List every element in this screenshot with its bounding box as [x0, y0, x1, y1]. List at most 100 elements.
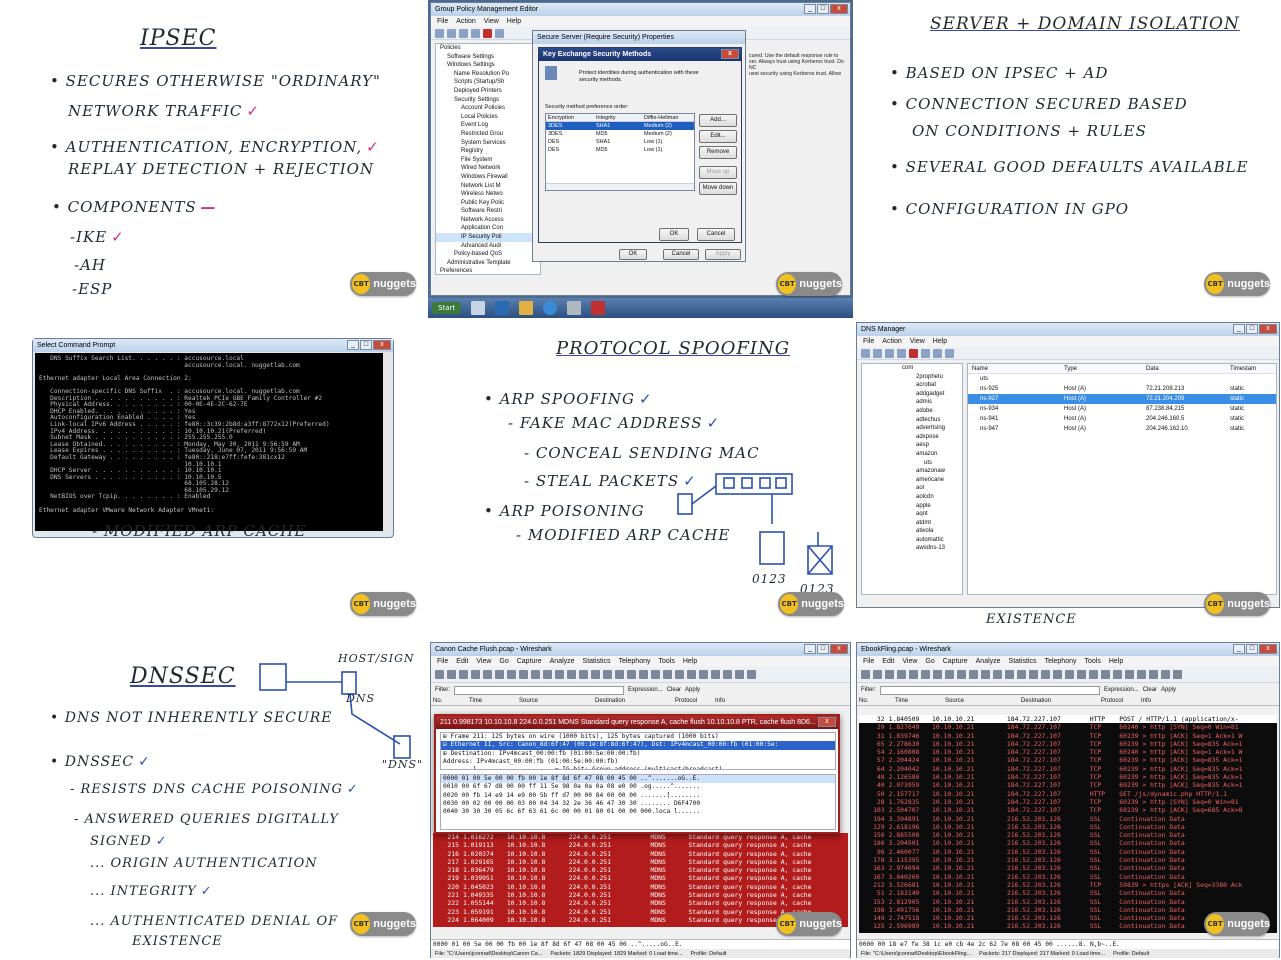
menu-item[interactable]: Telephony [619, 658, 651, 665]
stop-capture-icon[interactable] [897, 670, 906, 679]
menu-action[interactable]: Action [456, 18, 475, 25]
coloring-rules-icon[interactable] [1149, 670, 1158, 679]
minimize-button[interactable]: _ [347, 340, 359, 350]
packet-row[interactable]: 103 2.504707 10.10.10.21 184.72.227.107 TCP 6… [859, 806, 1277, 814]
packet-row[interactable]: 29 1.827649 10.10.10.21 184.72.227.107 TCP 60… [859, 723, 1277, 731]
menu-item[interactable]: Help [683, 658, 697, 665]
zoom-out-icon[interactable] [663, 670, 672, 679]
tree-item[interactable]: amazonaw [862, 467, 962, 476]
tree-item[interactable]: acrobat [862, 381, 962, 390]
packet-details-tree[interactable]: ⊞ Frame 211: 125 bytes on wire (1000 bit… [440, 732, 836, 770]
tree-item[interactable]: Administrative Template [436, 259, 540, 268]
dns-record-row[interactable]: ns-925 Host (A) 72.21.208.213 static [968, 384, 1276, 394]
tree-item[interactable]: Name Resolution Po [436, 70, 540, 79]
forward-icon[interactable] [579, 670, 588, 679]
server-manager-icon[interactable] [471, 301, 486, 315]
column-header[interactable]: No. [859, 697, 895, 705]
hex-line[interactable]: 0030 00 02 00 00 00 03 00 04 34 32 2e 36… [441, 800, 835, 808]
packet-row[interactable]: 212 3.526681 10.10.10.21 216.52.203.126 TCP 5… [859, 881, 1277, 889]
normal-size-icon[interactable] [1101, 670, 1110, 679]
col-type[interactable]: Type [1064, 364, 1146, 373]
gpmc-icon[interactable] [567, 301, 582, 315]
menu-help[interactable]: Help [933, 338, 947, 345]
col-name[interactable]: Name [968, 364, 1064, 373]
packet-list[interactable]: 32 1.840509 10.10.10.21 184.72.227.107 HTTP P… [859, 715, 1277, 933]
menu-item[interactable]: Tools [658, 658, 674, 665]
menu-view[interactable]: View [484, 18, 499, 25]
tree-item[interactable]: Software Settings [436, 53, 540, 62]
tree-item[interactable]: 2prophetu [862, 373, 962, 382]
menu-item[interactable]: Statistics [1009, 658, 1037, 665]
find-icon[interactable] [555, 670, 564, 679]
detail-line[interactable]: .... ...1 .... .... .... .... = IG bit: … [441, 766, 835, 769]
tree-item[interactable]: Wireless Netwo [436, 190, 540, 199]
back-icon[interactable] [567, 670, 576, 679]
menu-item[interactable]: View [902, 658, 917, 665]
menu-file[interactable]: File [863, 338, 874, 345]
start-capture-icon[interactable] [885, 670, 894, 679]
tree-item[interactable]: Policies [436, 44, 540, 53]
expression-button[interactable]: Expression... [1104, 687, 1139, 693]
restart-icon[interactable] [909, 670, 918, 679]
help-icon[interactable] [945, 348, 954, 358]
packet-row[interactable]: 51 2.183149 10.10.10.21 216.52.203.126 SSL Co… [859, 889, 1277, 897]
tree-item[interactable]: aol [862, 484, 962, 493]
display-filters-icon[interactable] [711, 670, 720, 679]
tree-item[interactable]: Advanced Audi [436, 242, 540, 251]
horizontal-scrollbar[interactable] [546, 183, 694, 190]
tree-item[interactable]: Windows Firewall [436, 173, 540, 182]
packet-row[interactable]: 40 2.073959 10.10.10.21 184.72.227.107 TCP 60… [859, 781, 1277, 789]
menu-item[interactable]: View [476, 658, 491, 665]
capture-filters-icon[interactable] [1125, 670, 1134, 679]
start-button[interactable]: Start [432, 302, 462, 314]
options-icon[interactable] [447, 670, 456, 679]
console-icon[interactable] [897, 348, 906, 358]
remove-button[interactable]: Remove [699, 146, 737, 159]
apply-button[interactable]: Apply [1161, 687, 1176, 693]
goto-icon[interactable] [1017, 670, 1026, 679]
clear-button[interactable]: Clear [1143, 687, 1157, 693]
tree-item[interactable]: atdmt [862, 519, 962, 528]
normal-size-icon[interactable] [675, 670, 684, 679]
tree-item[interactable]: awsdns-13 [862, 544, 962, 553]
refresh-icon[interactable] [933, 348, 942, 358]
packet-row[interactable]: 216 1.020374 10.10.10.8 224.0.0.251 MDNS Stan… [433, 850, 848, 858]
colorize-icon[interactable] [1053, 670, 1062, 679]
maximize-button[interactable]: □ [1246, 324, 1258, 334]
close-button[interactable]: x [830, 644, 848, 654]
tree-item[interactable]: adobe [862, 407, 962, 416]
display-filters-icon[interactable] [1137, 670, 1146, 679]
back-icon[interactable] [435, 28, 444, 38]
explorer-icon[interactable] [519, 301, 534, 315]
tree-item[interactable]: System Services [436, 139, 540, 148]
close-button[interactable]: x [830, 4, 848, 14]
packet-row[interactable]: 194 3.394891 10.10.10.21 216.52.203.126 SSL C… [859, 815, 1277, 823]
tree-item[interactable]: Software Restri [436, 207, 540, 216]
security-method-row[interactable]: 3DES SHA1 Medium (2) [546, 122, 694, 130]
packet-row[interactable]: 28 1.762835 10.10.10.21 184.72.227.107 TCP 60… [859, 798, 1277, 806]
tree-item[interactable]: aolcdn [862, 493, 962, 502]
dns-record-row[interactable]: uts [968, 374, 1276, 384]
browser-icon[interactable] [543, 301, 558, 315]
menu-item[interactable]: Tools [1084, 658, 1100, 665]
coloring-rules-icon[interactable] [723, 670, 732, 679]
save-icon[interactable] [933, 670, 942, 679]
resize-columns-icon[interactable] [1113, 670, 1122, 679]
close-button[interactable]: x [721, 49, 739, 59]
packet-row[interactable]: 215 1.019113 10.10.10.8 224.0.0.251 MDNS Stan… [433, 841, 848, 849]
menu-item[interactable]: Telephony [1045, 658, 1077, 665]
dns-record-row[interactable]: ns-934 Host (A) 87.238.84.215 static [968, 404, 1276, 414]
tree-item[interactable]: Network List M [436, 182, 540, 191]
move-down-button[interactable]: Move down [699, 182, 737, 195]
properties-icon[interactable] [921, 348, 930, 358]
forward-icon[interactable] [1005, 670, 1014, 679]
detail-line[interactable]: Address: IPv4mcast_00:00:fb (01:00:5e:00… [441, 758, 835, 766]
start-capture-icon[interactable] [459, 670, 468, 679]
column-header[interactable]: No. [433, 697, 469, 705]
packet-row[interactable]: 214 1.016272 10.10.10.8 224.0.0.251 MDNS Stan… [433, 833, 848, 841]
tree-item[interactable]: Policy-based QoS [436, 250, 540, 259]
security-method-row[interactable]: 3DES MD5 Medium (2) [546, 130, 694, 138]
security-method-row[interactable]: DES MD5 Low (1) [546, 146, 694, 154]
column-header[interactable]: Source [945, 697, 1021, 705]
interfaces-icon[interactable] [435, 670, 444, 679]
